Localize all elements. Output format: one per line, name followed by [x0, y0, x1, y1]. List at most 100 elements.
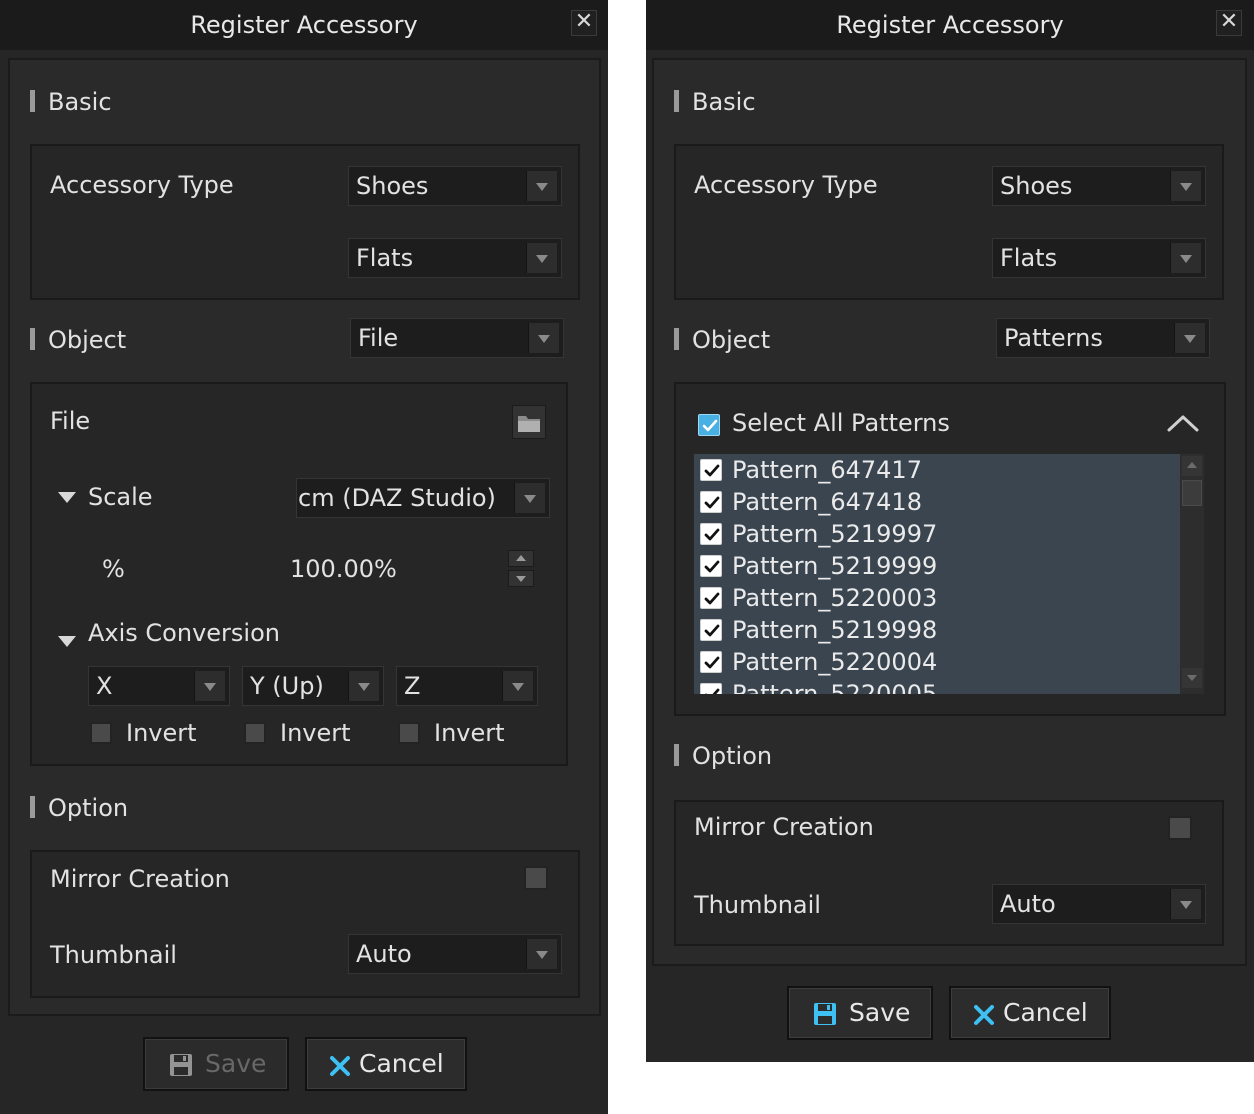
pattern-checkbox[interactable] [700, 651, 722, 673]
pattern-checkbox[interactable] [700, 683, 722, 694]
section-marker [30, 328, 35, 350]
save-button[interactable]: Save [143, 1037, 289, 1091]
dialog-title: Register Accessory [836, 11, 1064, 39]
dropdown-value: Shoes [356, 172, 429, 200]
invert-x-checkbox[interactable] [90, 722, 112, 744]
list-item[interactable]: Pattern_5219998 [694, 614, 1174, 646]
accessory-subtype-dropdown[interactable]: Flats [348, 238, 562, 278]
list-item[interactable]: Pattern_5219997 [694, 518, 1174, 550]
title-bar: Register Accessory ✕ [646, 0, 1254, 50]
browse-file-button[interactable] [512, 405, 546, 439]
thumbnail-dropdown[interactable]: Auto [992, 884, 1206, 924]
chevron-up-icon[interactable] [1166, 412, 1200, 434]
object-mode-dropdown[interactable]: File [350, 318, 564, 358]
accessory-type-dropdown[interactable]: Shoes [348, 166, 562, 206]
list-item[interactable]: Pattern_5220005 [694, 678, 1174, 694]
pattern-checkbox[interactable] [700, 555, 722, 577]
checkmark-icon [704, 464, 720, 477]
dropdown-value: Y (Up) [250, 672, 324, 700]
scroll-up-icon[interactable] [1182, 456, 1202, 476]
save-icon [170, 1054, 192, 1076]
accessory-subtype-dropdown[interactable]: Flats [992, 238, 1206, 278]
chevron-down-icon [514, 483, 545, 513]
list-item[interactable]: Pattern_647418 [694, 486, 1174, 518]
select-all-checkbox[interactable] [698, 414, 720, 436]
file-label: File [50, 407, 91, 435]
patterns-panel: Select All Patterns Pattern_647417 Patte… [674, 382, 1226, 716]
pattern-name: Pattern_647417 [732, 456, 922, 484]
axis-y-dropdown[interactable]: Y (Up) [242, 666, 384, 706]
close-button[interactable]: ✕ [1216, 10, 1242, 36]
dropdown-value: Z [404, 672, 421, 700]
scroll-down-icon[interactable] [1182, 668, 1202, 688]
dropdown-value: X [96, 672, 113, 700]
axis-conversion-label: Axis Conversion [88, 619, 280, 647]
basic-panel: Accessory Type Shoes Flats [30, 144, 580, 300]
dropdown-value: Flats [356, 244, 414, 272]
pattern-list-scrollbar[interactable] [1180, 454, 1204, 694]
dropdown-value: Auto [1000, 890, 1056, 918]
invert-z-checkbox[interactable] [398, 722, 420, 744]
invert-y-checkbox[interactable] [244, 722, 266, 744]
axis-collapse-icon[interactable] [58, 636, 76, 647]
object-mode-dropdown[interactable]: Patterns [996, 318, 1210, 358]
mirror-creation-checkbox[interactable] [524, 866, 548, 890]
select-all-label: Select All Patterns [732, 409, 950, 437]
pattern-checkbox[interactable] [700, 491, 722, 513]
pattern-checkbox[interactable] [700, 619, 722, 641]
axis-z-dropdown[interactable]: Z [396, 666, 538, 706]
pattern-checkbox[interactable] [700, 587, 722, 609]
object-heading: Object [48, 326, 127, 354]
section-marker [674, 744, 679, 766]
close-icon [974, 1005, 994, 1025]
pattern-checkbox[interactable] [700, 523, 722, 545]
save-icon [814, 1003, 836, 1025]
basic-heading: Basic [692, 88, 756, 116]
checkmark-icon [704, 496, 720, 509]
chevron-down-icon [526, 243, 557, 273]
scroll-thumb[interactable] [1182, 480, 1202, 506]
save-button[interactable]: Save [787, 986, 933, 1040]
option-panel: Mirror Creation Thumbnail Auto [674, 800, 1224, 946]
close-button[interactable]: ✕ [571, 10, 597, 36]
scale-unit-dropdown[interactable]: cm (DAZ Studio) [296, 478, 550, 518]
register-accessory-dialog-file: Register Accessory ✕ Basic Accessory Typ… [0, 0, 608, 1114]
percent-stepper[interactable] [508, 550, 534, 588]
list-item[interactable]: Pattern_647417 [694, 454, 1174, 486]
thumbnail-label: Thumbnail [50, 941, 177, 969]
section-marker [30, 796, 35, 818]
dropdown-value: Auto [356, 940, 412, 968]
pattern-list[interactable]: Pattern_647417 Pattern_647418 Pattern_52… [694, 454, 1180, 694]
pattern-checkbox[interactable] [700, 459, 722, 481]
dropdown-value: Flats [1000, 244, 1058, 272]
checkmark-icon [704, 560, 720, 573]
option-heading: Option [692, 742, 773, 770]
chevron-down-icon [1170, 171, 1201, 201]
scale-percent-value[interactable]: 100.00% [290, 554, 397, 584]
decrement-icon[interactable] [508, 570, 534, 587]
pattern-name: Pattern_5219997 [732, 520, 938, 548]
pattern-name: Pattern_5219998 [732, 616, 938, 644]
chevron-down-icon [528, 323, 559, 353]
cancel-label: Cancel [359, 1049, 444, 1078]
close-icon: ✕ [1219, 9, 1239, 34]
mirror-creation-checkbox[interactable] [1168, 816, 1192, 840]
cancel-label: Cancel [1003, 998, 1088, 1027]
pattern-name: Pattern_5220005 [732, 680, 938, 694]
cancel-button[interactable]: Cancel [305, 1037, 467, 1091]
cancel-button[interactable]: Cancel [949, 986, 1111, 1040]
scale-collapse-icon[interactable] [58, 492, 76, 503]
chevron-down-icon [526, 939, 557, 969]
list-item[interactable]: Pattern_5220003 [694, 582, 1174, 614]
list-item[interactable]: Pattern_5220004 [694, 646, 1174, 678]
list-item[interactable]: Pattern_5219999 [694, 550, 1174, 582]
increment-icon[interactable] [508, 550, 534, 567]
invert-y-label: Invert [280, 719, 351, 747]
dialog-content: Basic Accessory Type Shoes Flats Object … [652, 58, 1247, 966]
thumbnail-dropdown[interactable]: Auto [348, 934, 562, 974]
pattern-name: Pattern_5219999 [732, 552, 938, 580]
axis-x-dropdown[interactable]: X [88, 666, 230, 706]
percent-label: % [102, 555, 125, 583]
accessory-type-dropdown[interactable]: Shoes [992, 166, 1206, 206]
dropdown-value: cm (DAZ Studio) [298, 484, 496, 512]
